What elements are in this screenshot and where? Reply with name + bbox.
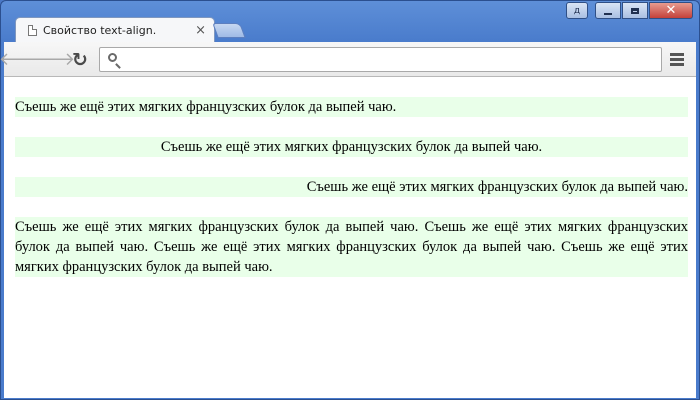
browser-window: д ✕ Свойство text-align. × 🡐 🡒 ↻ Съешь ж… xyxy=(0,0,700,400)
new-tab-button[interactable] xyxy=(212,23,246,38)
forward-button[interactable]: 🡒 xyxy=(27,50,75,70)
menu-button[interactable] xyxy=(670,53,684,66)
close-icon: ✕ xyxy=(665,3,677,18)
menu-bar-icon xyxy=(670,58,684,61)
tab-title: Свойство text-align. xyxy=(43,24,157,37)
menu-bar-icon xyxy=(670,53,684,56)
paragraph-align-right: Съешь же ещё этих мягких французских бул… xyxy=(15,177,688,197)
paragraph-align-left: Съешь же ещё этих мягких французских бул… xyxy=(15,97,688,117)
user-profile-button[interactable]: д xyxy=(566,2,588,19)
address-input[interactable] xyxy=(126,50,656,69)
page-icon xyxy=(28,25,37,36)
tab-active[interactable]: Свойство text-align. × xyxy=(15,17,215,43)
address-bar[interactable] xyxy=(99,47,662,72)
paragraph-align-justify: Съешь же ещё этих мягких французских бул… xyxy=(15,217,688,277)
page-viewport: Съешь же ещё этих мягких французских бул… xyxy=(4,77,696,398)
browser-toolbar: 🡐 🡒 ↻ xyxy=(0,42,696,77)
tab-close-icon[interactable]: × xyxy=(195,23,206,38)
maximize-button[interactable] xyxy=(622,2,648,19)
close-window-button[interactable]: ✕ xyxy=(649,2,693,19)
maximize-icon xyxy=(631,7,639,14)
menu-bar-icon xyxy=(670,63,684,66)
search-icon xyxy=(108,53,117,62)
window-controls: д ✕ xyxy=(566,2,693,20)
minimize-icon xyxy=(604,12,612,15)
paragraph-align-center: Съешь же ещё этих мягких французских бул… xyxy=(15,137,688,157)
reload-button[interactable]: ↻ xyxy=(70,50,90,70)
reload-icon: ↻ xyxy=(72,48,88,71)
arrow-right-icon: 🡒 xyxy=(26,49,76,70)
user-profile-label: д xyxy=(573,5,581,16)
minimize-button[interactable] xyxy=(595,2,621,19)
